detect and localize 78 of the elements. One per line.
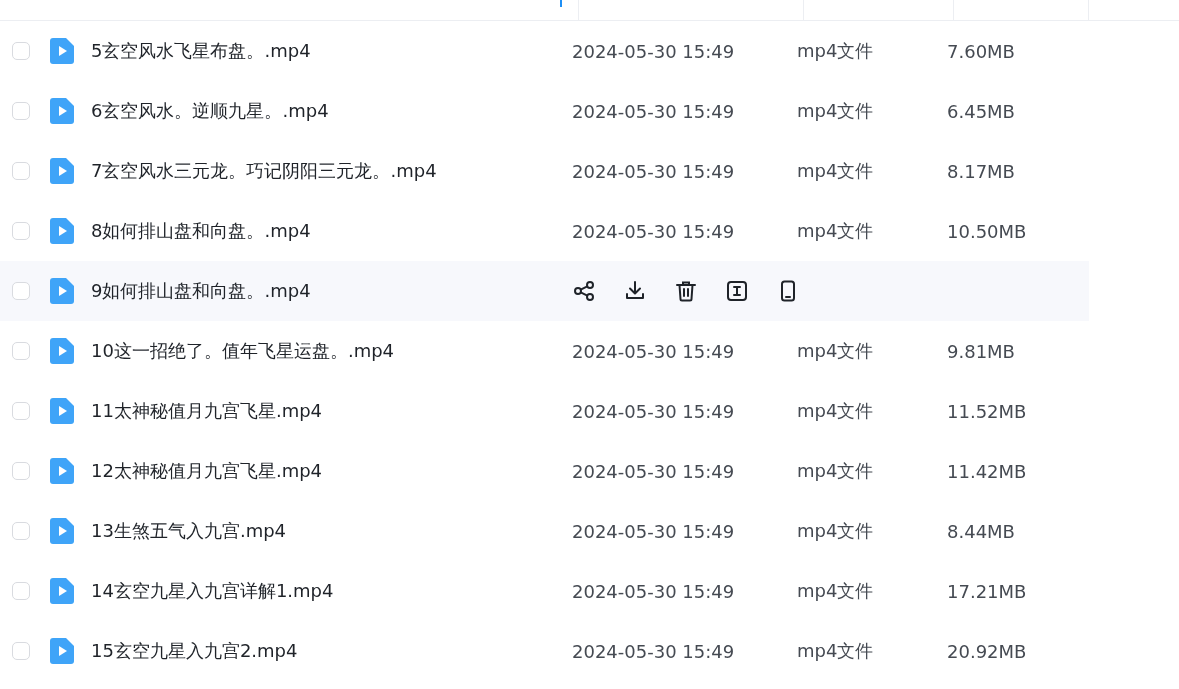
file-row[interactable]: 6玄空风水。逆顺九星。.mp4 2024-05-30 15:49 mp4文件 6.45MB — [0, 81, 1089, 141]
hovered-file-row[interactable]: 9如何排山盘和向盘。.mp4 — [0, 261, 1089, 321]
rename-icon[interactable] — [725, 279, 749, 303]
video-file-icon — [50, 218, 74, 244]
modified-time: 2024-05-30 15:49 — [572, 220, 736, 242]
file-type: mp4文件 — [797, 459, 875, 483]
file-name[interactable]: 7玄空风水三元龙。巧记阴阳三元龙。.mp4 — [91, 159, 572, 183]
row-checkbox[interactable] — [12, 102, 30, 120]
modified-time: 2024-05-30 15:49 — [572, 160, 736, 182]
sort-indicator-icon — [560, 0, 562, 7]
file-row[interactable]: 8如何排山盘和向盘。.mp4 2024-05-30 15:49 mp4文件 10.50MB — [0, 201, 1089, 261]
file-name[interactable]: 14玄空九星入九宫详解1.mp4 — [91, 579, 572, 603]
file-size: 8.44MB — [947, 520, 1015, 542]
file-name[interactable]: 6玄空风水。逆顺九星。.mp4 — [91, 99, 572, 123]
row-checkbox[interactable] — [12, 342, 30, 360]
modified-time: 2024-05-30 15:49 — [572, 400, 736, 422]
modified-time: 2024-05-30 15:49 — [572, 340, 736, 362]
file-size: 17.21MB — [947, 580, 1027, 602]
file-type: mp4文件 — [797, 579, 875, 603]
video-file-icon — [50, 98, 74, 124]
video-file-icon — [50, 398, 74, 424]
delete-icon[interactable] — [674, 279, 698, 303]
file-row[interactable]: 12太神秘值月九宫飞星.mp4 2024-05-30 15:49 mp4文件 11.42MB — [0, 441, 1089, 501]
file-size: 8.17MB — [947, 160, 1015, 182]
file-name[interactable]: 10这一招绝了。值年飞星运盘。.mp4 — [91, 339, 572, 363]
file-size: 20.92MB — [947, 640, 1027, 662]
file-row[interactable]: 5玄空风水飞星布盘。.mp4 2024-05-30 15:49 mp4文件 7.60MB — [0, 21, 1089, 81]
modified-time: 2024-05-30 15:49 — [572, 640, 736, 662]
file-row[interactable]: 15玄空九星入九宫2.mp4 2024-05-30 15:49 mp4文件 20.92MB — [0, 621, 1089, 681]
modified-time: 2024-05-30 15:49 — [572, 100, 736, 122]
file-name[interactable]: 8如何排山盘和向盘。.mp4 — [91, 219, 572, 243]
file-type: mp4文件 — [797, 219, 875, 243]
video-file-icon — [50, 338, 74, 364]
file-name[interactable]: 9如何排山盘和向盘。.mp4 — [91, 279, 572, 303]
row-checkbox[interactable] — [12, 222, 30, 240]
file-size: 7.60MB — [947, 40, 1015, 62]
row-checkbox[interactable] — [12, 522, 30, 540]
file-name[interactable]: 13生煞五气入九宫.mp4 — [91, 519, 572, 543]
file-name[interactable]: 11太神秘值月九宫飞星.mp4 — [91, 399, 572, 423]
modified-time: 2024-05-30 15:49 — [572, 460, 736, 482]
file-size: 9.81MB — [947, 340, 1015, 362]
modified-time: 2024-05-30 15:49 — [572, 580, 736, 602]
file-row[interactable]: 13生煞五气入九宫.mp4 2024-05-30 15:49 mp4文件 8.44MB — [0, 501, 1089, 561]
video-file-icon — [50, 578, 74, 604]
video-file-icon — [50, 278, 74, 304]
file-name[interactable]: 12太神秘值月九宫飞星.mp4 — [91, 459, 572, 483]
file-type: mp4文件 — [797, 99, 875, 123]
file-row[interactable]: 7玄空风水三元龙。巧记阴阳三元龙。.mp4 2024-05-30 15:49 mp4文件 8.17MB — [0, 141, 1089, 201]
video-file-icon — [50, 518, 74, 544]
row-checkbox[interactable] — [12, 282, 30, 300]
modified-time: 2024-05-30 15:49 — [572, 40, 736, 62]
file-row[interactable]: 14玄空九星入九宫详解1.mp4 2024-05-30 15:49 mp4文件 17.21MB — [0, 561, 1089, 621]
row-checkbox[interactable] — [12, 582, 30, 600]
row-checkbox[interactable] — [12, 402, 30, 420]
file-name[interactable]: 15玄空九星入九宫2.mp4 — [91, 639, 572, 663]
video-file-icon — [50, 158, 74, 184]
video-file-icon — [50, 458, 74, 484]
row-checkbox[interactable] — [12, 42, 30, 60]
row-checkbox[interactable] — [12, 462, 30, 480]
file-type: mp4文件 — [797, 639, 875, 663]
file-size: 11.42MB — [947, 460, 1027, 482]
modified-time: 2024-05-30 15:49 — [572, 520, 736, 542]
row-checkbox[interactable] — [12, 642, 30, 660]
file-size: 6.45MB — [947, 100, 1015, 122]
file-size: 10.50MB — [947, 220, 1027, 242]
file-name[interactable]: 5玄空风水飞星布盘。.mp4 — [91, 39, 572, 63]
file-type: mp4文件 — [797, 519, 875, 543]
share-icon[interactable] — [572, 279, 596, 303]
file-type: mp4文件 — [797, 159, 875, 183]
file-type: mp4文件 — [797, 339, 875, 363]
file-row[interactable]: 11太神秘值月九宫飞星.mp4 2024-05-30 15:49 mp4文件 11.52MB — [0, 381, 1089, 441]
file-type: mp4文件 — [797, 39, 875, 63]
video-file-icon — [50, 638, 74, 664]
row-checkbox[interactable] — [12, 162, 30, 180]
file-type: mp4文件 — [797, 399, 875, 423]
file-row[interactable]: 10这一招绝了。值年飞星运盘。.mp4 2024-05-30 15:49 mp4文件 9.81MB — [0, 321, 1089, 381]
video-file-icon — [50, 38, 74, 64]
file-size: 11.52MB — [947, 400, 1027, 422]
